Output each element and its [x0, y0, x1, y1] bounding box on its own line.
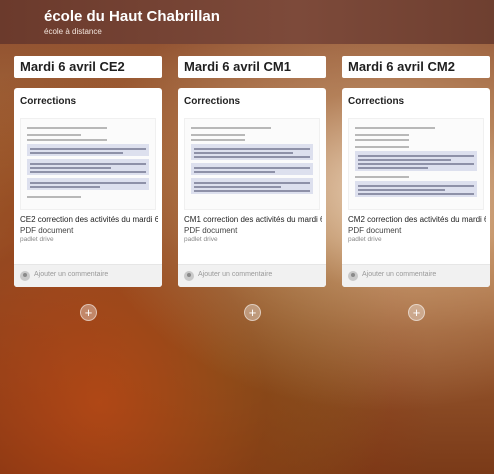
pdf-preview[interactable] — [348, 118, 484, 210]
avatar-icon — [348, 271, 358, 281]
add-post-button[interactable]: + — [244, 304, 261, 321]
comment-input[interactable]: Ajouter un commentaire — [198, 271, 272, 278]
file-type: PDF document — [20, 226, 74, 235]
post-card-cm2[interactable]: Corrections CM2 correction des activités… — [342, 88, 490, 287]
file-source: padlet drive — [348, 236, 382, 243]
column-title-cm1[interactable]: Mardi 6 avril CM1 — [178, 56, 326, 78]
column-title-cm2[interactable]: Mardi 6 avril CM2 — [342, 56, 490, 78]
add-post-button[interactable]: + — [408, 304, 425, 321]
board-title: école du Haut Chabrillan — [44, 8, 220, 25]
comment-bar[interactable]: Ajouter un commentaire — [178, 264, 326, 287]
file-name[interactable]: CM2 correction des activités du mardi 6 … — [348, 215, 486, 224]
file-source: padlet drive — [184, 236, 218, 243]
pdf-preview[interactable] — [20, 118, 156, 210]
column-title-ce2[interactable]: Mardi 6 avril CE2 — [14, 56, 162, 78]
comment-bar[interactable]: Ajouter un commentaire — [342, 264, 490, 287]
pdf-preview[interactable] — [184, 118, 320, 210]
post-heading: Corrections — [20, 96, 77, 107]
file-type: PDF document — [348, 226, 402, 235]
post-heading: Corrections — [184, 96, 241, 107]
file-type: PDF document — [184, 226, 238, 235]
post-card-cm1[interactable]: Corrections CM1 correction des activités… — [178, 88, 326, 287]
post-card-ce2[interactable]: Corrections CE2 correction des activités… — [14, 88, 162, 287]
avatar-icon — [20, 271, 30, 281]
file-name[interactable]: CM1 correction des activités du mardi 6 … — [184, 215, 322, 224]
post-heading: Corrections — [348, 96, 405, 107]
file-source: padlet drive — [20, 236, 54, 243]
file-name[interactable]: CE2 correction des activités du mardi 6 … — [20, 215, 158, 224]
add-post-button[interactable]: + — [80, 304, 97, 321]
comment-input[interactable]: Ajouter un commentaire — [34, 271, 108, 278]
avatar-icon — [184, 271, 194, 281]
comment-input[interactable]: Ajouter un commentaire — [362, 271, 436, 278]
padlet-header: école du Haut Chabrillan école à distanc… — [0, 0, 494, 44]
board-subtitle: école à distance — [44, 27, 102, 36]
comment-bar[interactable]: Ajouter un commentaire — [14, 264, 162, 287]
